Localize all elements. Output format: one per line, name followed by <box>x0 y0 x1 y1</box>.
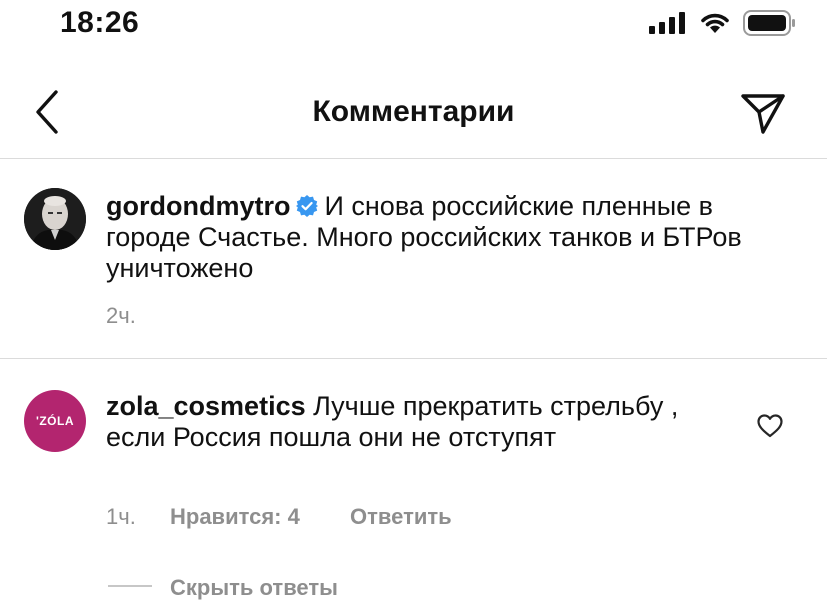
send-icon <box>741 94 785 134</box>
avatar-photo-icon <box>24 188 86 250</box>
post-caption: gordondmytro И снова российские пленные … <box>106 191 766 284</box>
hide-replies-button[interactable]: Скрыть ответы <box>170 575 338 601</box>
signal-icon <box>649 12 685 34</box>
header-divider <box>0 158 827 159</box>
wifi-icon <box>701 13 729 33</box>
battery-icon <box>743 10 795 36</box>
reply-button[interactable]: Ответить <box>350 504 452 530</box>
replies-line <box>108 585 152 587</box>
comment-body: zola_cosmetics Лучше прекратить стрельбу… <box>106 391 726 453</box>
comment-time: 1ч. <box>106 504 136 529</box>
avatar[interactable]: 'ZÓLA <box>24 390 86 452</box>
page-title: Комментарии <box>312 95 515 128</box>
heart-icon <box>757 414 783 438</box>
post-username[interactable]: gordondmytro <box>106 191 290 221</box>
status-time: 18:26 <box>60 6 140 39</box>
likes-count[interactable]: Нравится: 4 <box>170 504 300 530</box>
share-button[interactable] <box>739 90 787 138</box>
comment-username[interactable]: zola_cosmetics <box>106 391 306 421</box>
avatar[interactable] <box>24 188 86 250</box>
status-icons <box>649 10 797 36</box>
caption-divider <box>0 358 827 359</box>
avatar-logo-text: 'ZÓLA <box>35 414 74 428</box>
post-time: 2ч. <box>106 303 136 328</box>
like-button[interactable] <box>757 414 783 438</box>
verified-badge-icon <box>296 195 319 217</box>
